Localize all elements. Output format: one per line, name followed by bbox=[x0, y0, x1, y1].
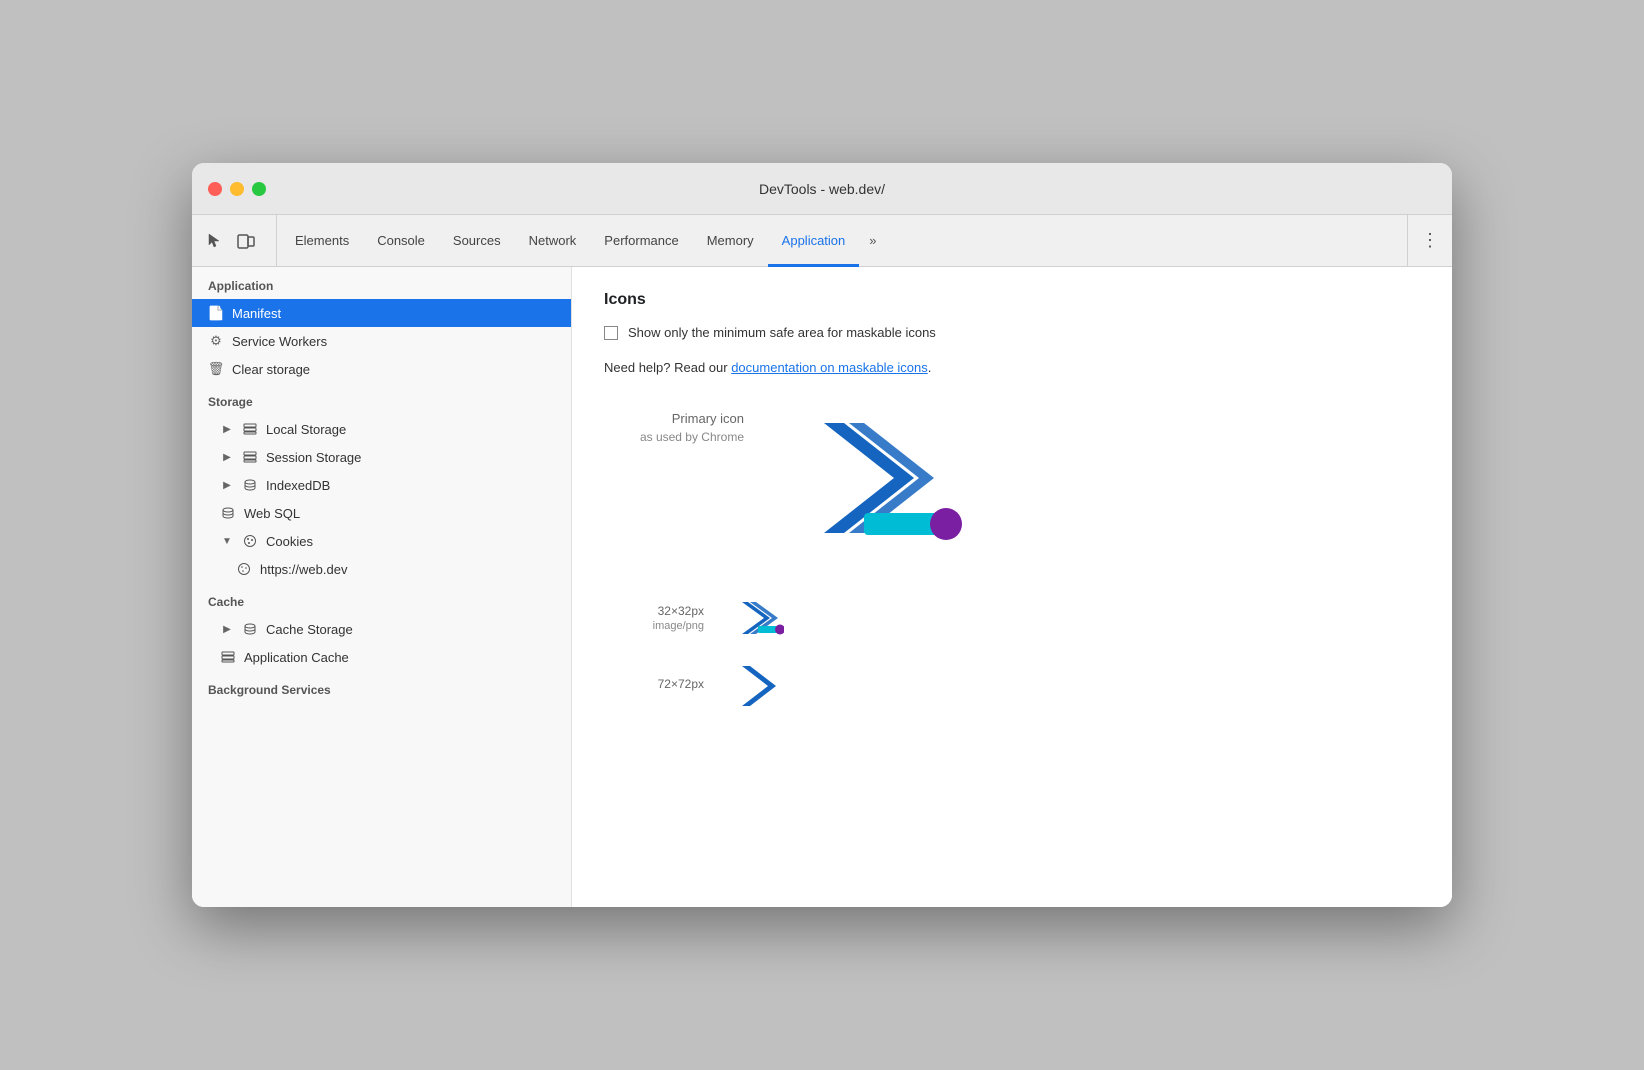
indexeddb-label: IndexedDB bbox=[266, 478, 330, 493]
sidebar-item-service-workers[interactable]: ⚙ Service Workers bbox=[192, 327, 571, 355]
icon-row-32: 32×32px image/png bbox=[604, 598, 1420, 638]
close-button[interactable] bbox=[208, 182, 222, 196]
application-cache-icon bbox=[220, 649, 236, 665]
help-text-before: Need help? Read our bbox=[604, 360, 731, 375]
tab-memory[interactable]: Memory bbox=[693, 216, 768, 267]
sidebar-item-cookies[interactable]: Cookies bbox=[192, 527, 571, 555]
maskable-icons-label: Show only the minimum safe area for mask… bbox=[628, 325, 936, 340]
icons-section-title: Icons bbox=[604, 291, 1420, 309]
session-storage-icon bbox=[242, 449, 258, 465]
icon-32-type: image/png bbox=[604, 620, 704, 632]
tab-sources[interactable]: Sources bbox=[439, 216, 515, 267]
sidebar-item-cache-storage[interactable]: Cache Storage bbox=[192, 615, 571, 643]
application-section-header: Application bbox=[192, 267, 571, 299]
help-text: Need help? Read our documentation on mas… bbox=[604, 360, 1420, 375]
cache-storage-icon bbox=[242, 621, 258, 637]
icon-72-preview bbox=[736, 662, 788, 706]
tab-performance[interactable]: Performance bbox=[590, 216, 692, 267]
indexeddb-icon bbox=[242, 477, 258, 493]
maskable-icons-link[interactable]: documentation on maskable icons bbox=[731, 360, 928, 375]
minimize-button[interactable] bbox=[230, 182, 244, 196]
cache-section-header: Cache bbox=[192, 583, 571, 615]
trash-icon: 🗑 bbox=[208, 361, 224, 377]
maximize-button[interactable] bbox=[252, 182, 266, 196]
cookies-icon bbox=[242, 533, 258, 549]
webdev-logo-72 bbox=[736, 662, 788, 706]
tab-application[interactable]: Application bbox=[768, 216, 860, 267]
sidebar-item-indexeddb[interactable]: IndexedDB bbox=[192, 471, 571, 499]
gear-icon: ⚙ bbox=[208, 333, 224, 349]
indexeddb-chevron[interactable] bbox=[220, 478, 234, 492]
maskable-icons-checkbox-row: Show only the minimum safe area for mask… bbox=[604, 325, 1420, 340]
more-tabs-button[interactable]: » bbox=[859, 215, 886, 266]
manifest-icon bbox=[208, 305, 224, 321]
cache-storage-chevron[interactable] bbox=[220, 622, 234, 636]
cookies-chevron[interactable] bbox=[220, 534, 234, 548]
background-services-header: Background Services bbox=[192, 671, 571, 703]
clear-storage-label: Clear storage bbox=[232, 362, 310, 377]
cache-storage-label: Cache Storage bbox=[266, 622, 353, 637]
devtools-window: DevTools - web.dev/ Elements Console bbox=[192, 163, 1452, 907]
icon-32-size: 32×32px bbox=[604, 604, 704, 618]
window-title: DevTools - web.dev/ bbox=[759, 181, 885, 197]
web-sql-icon bbox=[220, 505, 236, 521]
local-storage-chevron[interactable] bbox=[220, 422, 234, 436]
primary-icon-preview bbox=[784, 403, 964, 558]
more-options-button[interactable]: ⋮ bbox=[1416, 227, 1444, 255]
local-storage-label: Local Storage bbox=[266, 422, 346, 437]
help-text-after: . bbox=[928, 360, 932, 375]
sidebar-item-cookies-url[interactable]: https://web.dev bbox=[192, 555, 571, 583]
sidebar: Application Manifest ⚙ Service Workers bbox=[192, 267, 572, 907]
content-panel: Icons Show only the minimum safe area fo… bbox=[572, 267, 1452, 907]
sidebar-item-web-sql[interactable]: Web SQL bbox=[192, 499, 571, 527]
tab-elements[interactable]: Elements bbox=[281, 216, 363, 267]
cursor-icon[interactable] bbox=[200, 227, 228, 255]
icon-32-preview bbox=[736, 598, 784, 638]
tabs-container: Elements Console Sources Network Perform… bbox=[281, 215, 1407, 266]
local-storage-icon bbox=[242, 421, 258, 437]
webdev-logo-large bbox=[784, 403, 964, 558]
device-toggle-icon[interactable] bbox=[232, 227, 260, 255]
used-by-label: as used by Chrome bbox=[640, 430, 744, 444]
primary-icon-label: Primary icon bbox=[672, 411, 744, 426]
maskable-icons-checkbox[interactable] bbox=[604, 326, 618, 340]
sidebar-item-session-storage[interactable]: Session Storage bbox=[192, 443, 571, 471]
service-workers-label: Service Workers bbox=[232, 334, 327, 349]
sidebar-item-clear-storage[interactable]: 🗑 Clear storage bbox=[192, 355, 571, 383]
icon-72-meta: 72×72px bbox=[604, 677, 704, 691]
session-storage-label: Session Storage bbox=[266, 450, 361, 465]
cookie-url-icon bbox=[236, 561, 252, 577]
icon-72-size: 72×72px bbox=[604, 677, 704, 691]
cookies-url-label: https://web.dev bbox=[260, 562, 347, 577]
application-cache-label: Application Cache bbox=[244, 650, 349, 665]
sidebar-item-application-cache[interactable]: Application Cache bbox=[192, 643, 571, 671]
web-sql-label: Web SQL bbox=[244, 506, 300, 521]
icon-32-meta: 32×32px image/png bbox=[604, 604, 704, 632]
manifest-label: Manifest bbox=[232, 306, 281, 321]
tabbar: Elements Console Sources Network Perform… bbox=[192, 215, 1452, 267]
primary-icon-labels: Primary icon as used by Chrome bbox=[604, 403, 744, 444]
session-storage-chevron[interactable] bbox=[220, 450, 234, 464]
storage-section-header: Storage bbox=[192, 383, 571, 415]
titlebar: DevTools - web.dev/ bbox=[192, 163, 1452, 215]
icon-row-72: 72×72px bbox=[604, 662, 1420, 706]
tabbar-end: ⋮ bbox=[1407, 215, 1444, 266]
main-content: Application Manifest ⚙ Service Workers bbox=[192, 267, 1452, 907]
primary-icon-display: Primary icon as used by Chrome bbox=[604, 403, 1420, 558]
sidebar-item-manifest[interactable]: Manifest bbox=[192, 299, 571, 327]
cookies-label: Cookies bbox=[266, 534, 313, 549]
traffic-lights bbox=[208, 182, 266, 196]
sidebar-item-local-storage[interactable]: Local Storage bbox=[192, 415, 571, 443]
devtools-icons bbox=[200, 215, 277, 266]
tab-network[interactable]: Network bbox=[515, 216, 591, 267]
tab-console[interactable]: Console bbox=[363, 216, 439, 267]
webdev-logo-32 bbox=[736, 598, 784, 638]
